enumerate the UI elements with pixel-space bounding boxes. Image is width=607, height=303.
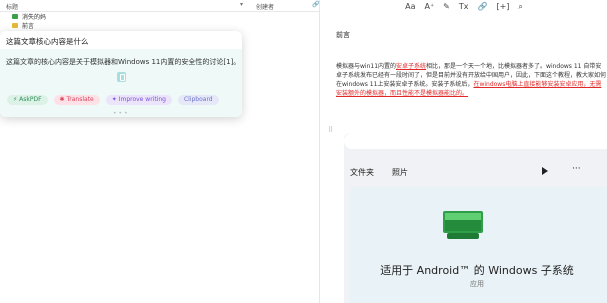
more-icon: ··· — [572, 164, 581, 174]
askpdf-button[interactable]: ⚡ AskPDF — [7, 95, 48, 105]
windows-subsystem-icon — [443, 211, 483, 239]
store-app-card: 适用于 Android™ 的 Windows 子系统 应用 — [350, 187, 607, 303]
tree-item-label: 消失的妈 — [22, 14, 47, 21]
translate-button[interactable]: ✱ Translate — [53, 95, 100, 105]
format-toolbar: Aa A⁺ ✎ Tx 🔗 [+] ⌕ — [321, 0, 607, 14]
highlight-icon[interactable]: ✎ — [443, 0, 450, 14]
insert-block-icon[interactable]: [+] — [496, 0, 509, 14]
editor-pane: Aa A⁺ ✎ Tx 🔗 [+] ⌕ 前言 模拟器与win11内置的安卓子系统相… — [321, 0, 607, 303]
table-header: 标题 ▾ 创建者 🔗 — [0, 0, 320, 12]
clipboard-button[interactable]: Clipboard — [177, 95, 219, 105]
column-creator[interactable]: 创建者 — [256, 2, 274, 11]
embedded-screenshot: 文件夹 照片 ··· 适用于 Android™ 的 Windows 子系统 应用 — [344, 133, 607, 303]
bolt-icon: ⚡ — [13, 96, 18, 103]
store-search-bar — [344, 133, 607, 149]
tree-item-1[interactable]: 消失的妈 — [12, 12, 46, 21]
gear-icon: ✱ — [59, 96, 65, 103]
clear-format-icon[interactable]: Tx — [459, 0, 469, 14]
link-icon[interactable]: 🔗 — [312, 1, 319, 8]
ai-popup: 这篇文章核心内容是什么 这篇文章的核心内容是关于模拟器和Windows 11内置… — [0, 31, 242, 117]
sparkle-icon: ✦ — [111, 96, 117, 103]
tree-item-label: 前言 — [22, 23, 35, 30]
left-pane: 标题 ▾ 创建者 🔗 消失的妈 前言 这篇文章核心内容是什么 这篇文章的核心内容… — [0, 0, 320, 303]
tab-folder: 文件夹 — [350, 168, 374, 177]
tree-item-2[interactable]: 前言 — [12, 21, 34, 30]
drag-handle-icon[interactable]: ⠿ — [328, 126, 333, 134]
popup-actions: ⚡ AskPDF ✱ Translate ✦ Improve writing C… — [7, 95, 219, 105]
font-case-icon[interactable]: Aa — [405, 0, 415, 14]
improve-writing-button[interactable]: ✦ Improve writing — [105, 95, 172, 105]
chevron-down-icon[interactable]: ▾ — [240, 1, 243, 8]
folder-yellow-icon — [12, 23, 18, 28]
play-icon — [542, 167, 548, 175]
font-size-icon[interactable]: A⁺ — [424, 0, 434, 14]
tab-photos: 照片 — [392, 168, 408, 177]
link-icon[interactable]: 🔗 — [478, 0, 488, 14]
folder-green-icon — [12, 14, 18, 19]
app-category: 应用 — [470, 280, 484, 288]
app-title: 适用于 Android™ 的 Windows 子系统 — [380, 264, 574, 277]
copy-icon[interactable] — [117, 72, 126, 82]
more-dots-icon[interactable]: ••• — [113, 110, 130, 117]
doc-paragraph[interactable]: 模拟器与win11内置的安卓子系统相比，那是一个天一个地，比模拟器者多了。win… — [336, 62, 606, 98]
doc-heading: 前言 — [336, 31, 350, 39]
search-icon[interactable]: ⌕ — [518, 0, 522, 14]
store-tabs: 文件夹 照片 ··· — [344, 161, 607, 183]
column-title[interactable]: 标题 — [6, 2, 18, 11]
popup-question: 这篇文章核心内容是什么 — [6, 37, 89, 46]
popup-answer: 这篇文章的核心内容是关于模拟器和Windows 11内置的安全性的讨论[1]。 — [6, 58, 241, 66]
